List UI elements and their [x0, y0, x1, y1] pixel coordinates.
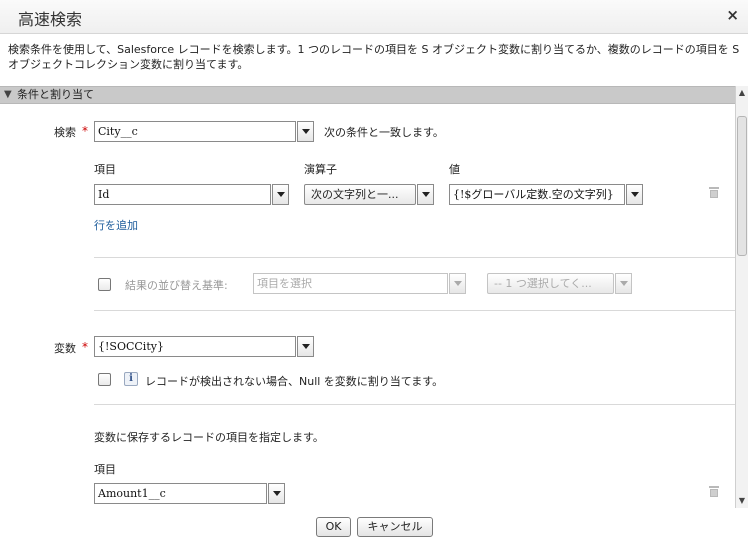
trash-icon[interactable]	[709, 486, 719, 497]
column-header-value: 値	[449, 163, 460, 176]
scroll-down-icon[interactable]: ▼	[736, 494, 748, 508]
chevron-down-icon[interactable]	[417, 184, 434, 205]
info-icon[interactable]: i	[124, 372, 138, 386]
chevron-down-icon[interactable]	[297, 121, 314, 142]
triangle-down-icon[interactable]: ▼	[4, 87, 12, 103]
scroll-up-icon[interactable]: ▲	[736, 86, 748, 100]
variable-input[interactable]: {!SOCCity}	[94, 336, 296, 357]
divider	[94, 310, 735, 311]
chevron-down-icon[interactable]	[449, 273, 466, 294]
close-icon[interactable]: ×	[726, 6, 739, 24]
trash-icon[interactable]	[709, 187, 719, 198]
scrollbar[interactable]: ▲ ▼	[735, 86, 748, 508]
dialog-title: 高速検索	[18, 10, 83, 29]
sort-label: 結果の並び替え基準:	[125, 279, 228, 292]
chevron-down-icon[interactable]	[268, 483, 285, 504]
condition-value-input[interactable]: {!$グローバル定数.空の文字列}	[449, 184, 625, 205]
fields-header: 項目	[94, 463, 116, 476]
chevron-down-icon[interactable]	[615, 273, 632, 294]
cancel-button[interactable]: キャンセル	[357, 517, 433, 537]
divider	[94, 404, 735, 405]
dialog-titlebar: 高速検索 ×	[0, 0, 748, 34]
variable-label: 変数	[54, 342, 76, 355]
scrollbar-thumb[interactable]	[737, 116, 747, 256]
required-marker: *	[82, 124, 88, 138]
ok-button[interactable]: OK	[316, 517, 351, 537]
required-marker: *	[82, 340, 88, 354]
divider	[94, 257, 735, 258]
section-title: 条件と割り当て	[17, 88, 94, 101]
chevron-down-icon[interactable]	[626, 184, 643, 205]
sort-checkbox[interactable]	[98, 278, 111, 291]
dialog-description: 検索条件を使用して、Salesforce レコードを検索します。1 つのレコード…	[8, 43, 740, 71]
chevron-down-icon[interactable]	[297, 336, 314, 357]
object-input[interactable]: City__c	[94, 121, 296, 142]
sort-field-select[interactable]: 項目を選択	[253, 273, 448, 294]
save-field-input[interactable]: Amount1__c	[94, 483, 267, 504]
condition-text: 次の条件と一致します。	[324, 126, 444, 139]
operator-select[interactable]: 次の文字列と一...	[304, 184, 416, 205]
fields-instruction: 変数に保存するレコードの項目を指定します。	[94, 431, 324, 444]
lookup-label: 検索	[54, 126, 76, 139]
column-header-field: 項目	[94, 163, 116, 176]
section-header[interactable]: ▼ 条件と割り当て	[0, 86, 735, 104]
null-checkbox[interactable]	[98, 373, 111, 386]
add-row-link[interactable]: 行を追加	[94, 217, 138, 233]
chevron-down-icon[interactable]	[272, 184, 289, 205]
column-header-operator: 演算子	[304, 163, 337, 176]
condition-field-input[interactable]: Id	[94, 184, 271, 205]
null-assignment-label: レコードが検出されない場合、Null を変数に割り当てます。	[145, 375, 444, 388]
sort-order-select[interactable]: -- 1 つ選択してく...	[487, 273, 614, 294]
